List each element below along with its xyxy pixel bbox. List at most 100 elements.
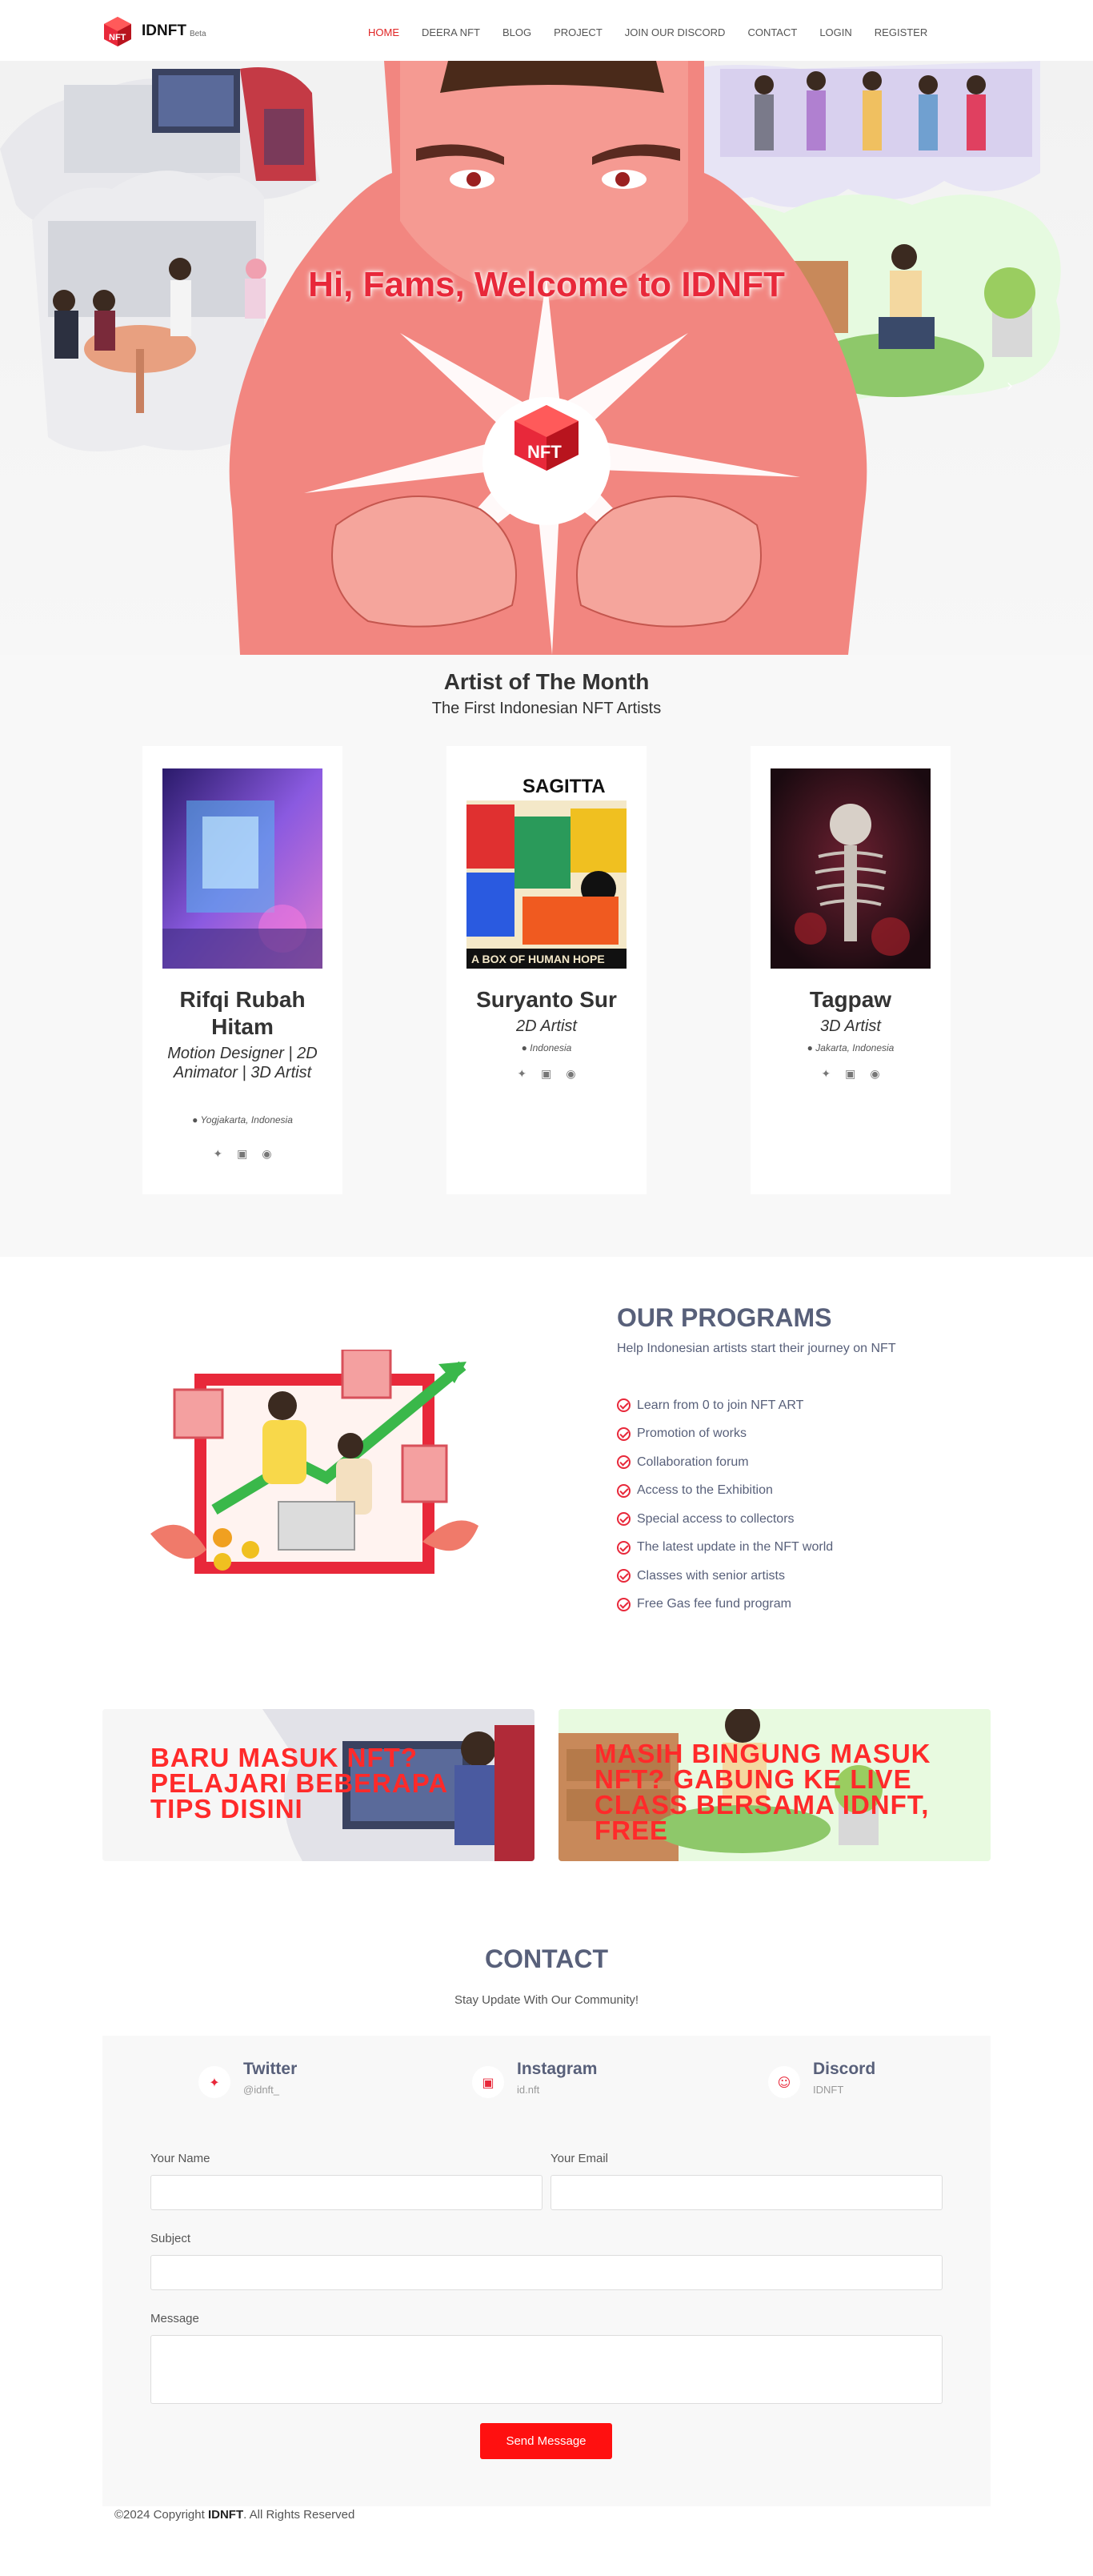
- hero-illustration: NFT: [0, 61, 1061, 655]
- beta-badge: Beta: [189, 29, 206, 38]
- check-circle-icon: [617, 1569, 631, 1583]
- artist-socials: ✦ ▣ ◉: [751, 1068, 951, 1081]
- artist-role: 2D Artist: [516, 1017, 577, 1035]
- check-circle-icon: [617, 1426, 631, 1441]
- artist-socials: ✦ ▣ ◉: [142, 1148, 342, 1161]
- email-label: Your Email: [551, 2152, 608, 2165]
- brand-name: IDNFT: [142, 22, 186, 39]
- subject-label: Subject: [150, 2232, 191, 2245]
- live-class-banner-text: MASIH BINGUNG MASUK NFT? GABUNG KE LIVE …: [595, 1739, 931, 1845]
- artist-location: ● Indonesia: [521, 1042, 572, 1053]
- artists-subtitle: The First Indonesian NFT Artists: [431, 700, 662, 717]
- program-item: Collaboration forum: [617, 1448, 833, 1477]
- artist-artwork-image: [162, 768, 322, 969]
- twitter-icon[interactable]: ✦: [821, 1068, 831, 1081]
- check-circle-icon: [617, 1398, 631, 1413]
- tips-banner[interactable]: BARU MASUK NFT? PELAJARI BEBERAPA TIPS D…: [102, 1709, 534, 1861]
- check-circle-icon: [617, 1597, 631, 1611]
- site-header: NFT IDNFT Beta HOME DEERA NFT BLOG PROJE…: [0, 0, 1093, 61]
- svg-text:NFT: NFT: [109, 33, 126, 42]
- artist-artwork-image: [771, 768, 931, 969]
- artwork-text-human-hope: A BOX OF HUMAN HOPE: [471, 953, 605, 965]
- website-icon[interactable]: ◉: [870, 1068, 879, 1081]
- message-label: Message: [150, 2312, 199, 2325]
- nav-home[interactable]: HOME: [368, 26, 399, 38]
- nav-blog[interactable]: BLOG: [502, 26, 531, 38]
- hero-banner: NFT Hi, Fams, Welcome to IDNFT ›: [0, 61, 1093, 655]
- check-circle-icon: [617, 1483, 631, 1498]
- website-icon[interactable]: ◉: [262, 1148, 271, 1161]
- discord-channel[interactable]: ☺ Discord IDNFT: [768, 2060, 875, 2098]
- program-item: Classes with senior artists: [617, 1562, 833, 1591]
- artist-card[interactable]: Rifqi Rubah Hitam Motion Designer | 2D A…: [142, 746, 342, 1194]
- programs-title: OUR PROGRAMS: [617, 1303, 832, 1332]
- artist-location: ● Jakarta, Indonesia: [807, 1042, 895, 1053]
- artist-artwork-image: SAGITTA A BOX OF HUMAN HOPE: [466, 768, 627, 969]
- artist-location: ● Yogjakarta, Indonesia: [192, 1114, 293, 1125]
- channel-handle: id.nft: [517, 2084, 540, 2096]
- contact-box: ✦ Twitter @idnft_ ▣ Instagram id.nft ☺ D…: [102, 2036, 991, 2506]
- instagram-icon[interactable]: ▣: [541, 1068, 551, 1081]
- channel-handle: IDNFT: [813, 2084, 844, 2096]
- programs-list: Learn from 0 to join NFT ART Promotion o…: [617, 1391, 833, 1619]
- name-label: Your Name: [150, 2152, 210, 2165]
- subject-input[interactable]: [150, 2255, 943, 2290]
- artist-role: 3D Artist: [820, 1017, 881, 1035]
- brand-logo[interactable]: NFT IDNFT Beta: [102, 15, 206, 47]
- map-pin-icon: ●: [521, 1042, 527, 1053]
- instagram-icon: ▣: [472, 2066, 504, 2098]
- cube-logo-icon: NFT: [102, 15, 134, 47]
- nav-deera-nft[interactable]: DEERA NFT: [422, 26, 480, 38]
- twitter-icon: ✦: [198, 2066, 230, 2098]
- artist-card[interactable]: Tagpaw 3D Artist ● Jakarta, Indonesia ✦ …: [751, 746, 951, 1194]
- nav-register[interactable]: REGISTER: [875, 26, 927, 38]
- contact-title: CONTACT: [484, 1944, 609, 1973]
- artist-role: Motion Designer | 2D Animator | 3D Artis…: [167, 1045, 318, 1081]
- channel-name: Instagram: [517, 2060, 598, 2078]
- map-pin-icon: ●: [807, 1042, 813, 1053]
- program-item: The latest update in the NFT world: [617, 1534, 833, 1563]
- name-input[interactable]: [150, 2175, 542, 2210]
- artist-name: Rifqi Rubah Hitam: [179, 987, 306, 1039]
- carousel-next-icon[interactable]: ›: [998, 375, 1022, 399]
- nav-join-discord[interactable]: JOIN OUR DISCORD: [625, 26, 726, 38]
- artwork-text-sagitta: SAGITTA: [522, 776, 606, 797]
- instagram-icon[interactable]: ▣: [845, 1068, 855, 1081]
- hero-logo-text: NFT: [527, 442, 562, 462]
- program-item: Free Gas fee fund program: [617, 1591, 833, 1619]
- check-circle-icon: [617, 1540, 631, 1555]
- discord-icon: ☺: [768, 2066, 800, 2098]
- artist-name: Suryanto Sur: [476, 987, 617, 1012]
- nav-contact[interactable]: CONTACT: [747, 26, 797, 38]
- twitter-icon[interactable]: ✦: [213, 1148, 222, 1161]
- main-nav: HOME DEERA NFT BLOG PROJECT JOIN OUR DIS…: [368, 26, 950, 38]
- check-circle-icon: [617, 1455, 631, 1470]
- instagram-icon[interactable]: ▣: [237, 1148, 247, 1161]
- nav-login[interactable]: LOGIN: [819, 26, 851, 38]
- twitter-icon[interactable]: ✦: [517, 1068, 526, 1081]
- channel-name: Discord: [813, 2060, 876, 2078]
- artist-card[interactable]: SAGITTA A BOX OF HUMAN HOPE Suryanto Sur…: [446, 746, 647, 1194]
- nav-project[interactable]: PROJECT: [554, 26, 603, 38]
- artists-title: Artist of The Month: [443, 669, 650, 694]
- email-input[interactable]: [551, 2175, 943, 2210]
- website-icon[interactable]: ◉: [566, 1068, 575, 1081]
- twitter-channel[interactable]: ✦ Twitter @idnft_: [198, 2060, 297, 2098]
- message-textarea[interactable]: [150, 2335, 943, 2404]
- programs-subtitle: Help Indonesian artists start their jour…: [617, 1342, 896, 1355]
- artist-of-month-section: Artist of The Month The First Indonesian…: [0, 655, 1093, 1257]
- live-class-banner[interactable]: MASIH BINGUNG MASUK NFT? GABUNG KE LIVE …: [559, 1709, 991, 1861]
- program-item: Special access to collectors: [617, 1505, 833, 1534]
- programs-illustration: [150, 1350, 478, 1574]
- artist-name: Tagpaw: [809, 987, 892, 1012]
- artist-socials: ✦ ▣ ◉: [446, 1068, 647, 1081]
- contact-subtitle: Stay Update With Our Community!: [454, 1993, 639, 2007]
- channel-name: Twitter: [243, 2060, 298, 2078]
- program-item: Access to the Exhibition: [617, 1477, 833, 1506]
- program-item: Learn from 0 to join NFT ART: [617, 1391, 833, 1420]
- channel-handle: @idnft_: [243, 2084, 279, 2096]
- footer-copyright: ©2024 Copyright IDNFT. All Rights Reserv…: [114, 2508, 355, 2522]
- instagram-channel[interactable]: ▣ Instagram id.nft: [472, 2060, 597, 2098]
- send-message-button[interactable]: Send Message: [480, 2423, 612, 2459]
- map-pin-icon: ●: [192, 1114, 198, 1125]
